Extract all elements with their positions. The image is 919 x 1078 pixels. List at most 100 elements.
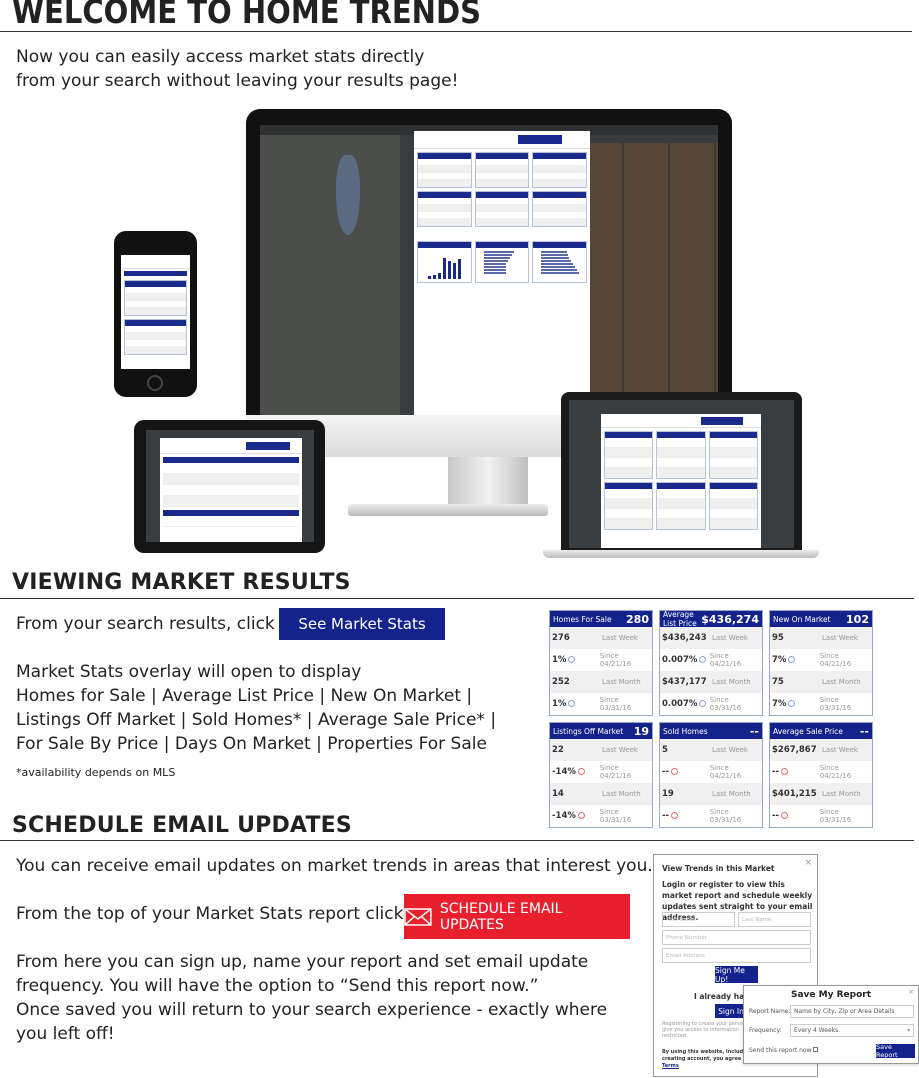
send-report-now-label: Send this report now bbox=[749, 1047, 812, 1054]
last-name-field[interactable]: Last Name bbox=[738, 912, 811, 927]
stat-row: 252 Last Month bbox=[550, 671, 652, 693]
stat-row: -- Since 04/21/16 bbox=[660, 761, 762, 783]
stat-row-label: Last Week bbox=[602, 634, 638, 642]
stat-card: New On Market 102 95 Last Week 7% Since 04/21… bbox=[769, 610, 873, 716]
divider bbox=[0, 31, 912, 32]
terms-link[interactable]: Terms bbox=[662, 1063, 679, 1069]
frequency-value: Every 4 Weeks bbox=[794, 1027, 839, 1034]
stat-card: Listings Off Market 19 22 Last Week -14% Sinc… bbox=[549, 722, 653, 828]
stat-row: 5 Last Week bbox=[660, 739, 762, 761]
phone-field[interactable]: Phone Number bbox=[662, 930, 811, 945]
stat-row: $437,177 Last Month bbox=[660, 671, 762, 693]
chevron-down-icon: ▾ bbox=[906, 1027, 910, 1034]
stat-card-value: -- bbox=[859, 724, 869, 738]
tablet-image bbox=[134, 420, 325, 553]
stat-row-value: -- bbox=[662, 811, 710, 821]
stat-row-value: 0.007% bbox=[662, 699, 710, 709]
stat-row-label: Last Week bbox=[712, 634, 748, 642]
save-report-button[interactable]: Save Report bbox=[876, 1043, 915, 1059]
stats-list-line: Listings Off Market | Sold Homes* | Aver… bbox=[16, 710, 497, 730]
stat-row-value: 0.007% bbox=[662, 655, 710, 665]
stat-row-value: 19 bbox=[662, 789, 674, 799]
down-arrow-icon bbox=[671, 812, 679, 819]
stat-row-label: Since 03/31/16 bbox=[819, 808, 852, 824]
stat-row-value: 1% bbox=[552, 655, 600, 665]
close-icon[interactable]: × bbox=[908, 988, 914, 996]
stat-row-label: Since 03/31/16 bbox=[709, 808, 742, 824]
stat-row-label: Since 04/21/16 bbox=[819, 764, 852, 780]
close-icon[interactable]: × bbox=[804, 858, 812, 868]
question-icon[interactable] bbox=[788, 700, 796, 707]
map-view bbox=[260, 135, 400, 415]
report-name-input[interactable]: Name by City, Zip or Area Details bbox=[790, 1005, 914, 1018]
stat-row-label: Since 04/21/16 bbox=[709, 652, 742, 668]
question-icon[interactable] bbox=[788, 656, 796, 663]
frequency-select[interactable]: Every 4 Weeks ▾ bbox=[790, 1024, 914, 1037]
stat-row-label: Last Week bbox=[822, 634, 858, 642]
schedule-click-instruction: From the top of your Market Stats report… bbox=[16, 904, 404, 924]
stat-row-value: 95 bbox=[772, 633, 784, 643]
stat-row-value: $401,215 bbox=[772, 789, 817, 799]
stat-row-value: -- bbox=[662, 767, 710, 777]
checkbox-icon[interactable] bbox=[813, 1047, 819, 1052]
stat-card: Average Sale Price -- $267,867 Last Week -- S… bbox=[769, 722, 873, 828]
stats-list-line: Homes for Sale | Average List Price | Ne… bbox=[16, 686, 473, 706]
stat-row-label: Last Month bbox=[822, 790, 861, 798]
dialog-title: View Trends in this Market bbox=[662, 864, 775, 873]
stat-row-value: -- bbox=[772, 811, 820, 821]
question-icon[interactable] bbox=[699, 656, 707, 663]
click-instruction: From your search results, click bbox=[16, 614, 275, 634]
stat-row-label: Last Week bbox=[822, 746, 858, 754]
stat-row-value: 252 bbox=[552, 677, 570, 687]
stat-row-label: Since 04/21/16 bbox=[819, 652, 852, 668]
stat-row: 276 Last Week bbox=[550, 627, 652, 649]
stat-card-value: $436,274 bbox=[701, 612, 759, 626]
stat-row-value: $436,243 bbox=[662, 633, 707, 643]
stat-card: Homes For Sale 280 276 Last Week 1% Since 04/… bbox=[549, 610, 653, 716]
send-report-now-link[interactable]: Send this report now bbox=[749, 1047, 819, 1054]
stat-card-header: New On Market 102 bbox=[770, 611, 872, 627]
schedule-email-updates-button[interactable]: SCHEDULE EMAIL UPDATES bbox=[404, 894, 630, 939]
first-name-field[interactable]: First Name bbox=[662, 912, 735, 927]
stat-row: -- Since 03/31/16 bbox=[770, 805, 872, 827]
stat-row-value: $437,177 bbox=[662, 677, 707, 687]
stat-card-header: Average Sale Price -- bbox=[770, 723, 872, 739]
monitor-stand bbox=[448, 457, 528, 507]
stat-card-header: Listings Off Market 19 bbox=[550, 723, 652, 739]
stat-card-header: Sold Homes -- bbox=[660, 723, 762, 739]
stat-row-value: -14% bbox=[552, 767, 600, 777]
stat-row: 7% Since 03/31/16 bbox=[770, 693, 872, 715]
schedule-paragraph-line: From here you can sign up, name your rep… bbox=[16, 952, 589, 972]
stat-row-label: Last Month bbox=[822, 678, 861, 686]
question-icon[interactable] bbox=[699, 700, 707, 707]
monitor-stand-base bbox=[348, 504, 548, 516]
down-arrow-icon bbox=[671, 768, 679, 775]
divider bbox=[0, 598, 914, 599]
stat-row-label: Last Month bbox=[712, 790, 751, 798]
report-name-label: Report Name: bbox=[749, 1008, 791, 1015]
envelope-icon bbox=[404, 907, 432, 926]
question-icon[interactable] bbox=[568, 656, 576, 663]
down-arrow-icon bbox=[781, 812, 789, 819]
availability-footnote: *availability depends on MLS bbox=[16, 766, 176, 779]
stat-row: 1% Since 03/31/16 bbox=[550, 693, 652, 715]
stat-card-title: Sold Homes bbox=[663, 726, 708, 736]
stat-row: 1% Since 04/21/16 bbox=[550, 649, 652, 671]
email-field[interactable]: Email Address bbox=[662, 948, 811, 963]
sign-me-up-button[interactable]: Sign Me Up! bbox=[715, 966, 758, 984]
frequency-label: Frequency: bbox=[749, 1027, 782, 1034]
down-arrow-icon bbox=[781, 768, 789, 775]
section-title-schedule: SCHEDULE EMAIL UPDATES bbox=[12, 813, 352, 838]
see-market-stats-button[interactable]: See Market Stats bbox=[279, 608, 445, 640]
stat-card-value: 102 bbox=[846, 612, 869, 626]
stat-row-value: -14% bbox=[552, 811, 600, 821]
stat-card-title: Average Sale Price bbox=[773, 726, 843, 736]
stat-card-value: -- bbox=[749, 724, 759, 738]
desktop-screen bbox=[260, 125, 718, 415]
section-title-viewing: VIEWING MARKET RESULTS bbox=[12, 570, 351, 595]
stat-row-label: Since 03/31/16 bbox=[709, 696, 742, 712]
intro-line-2: from your search without leaving your re… bbox=[16, 71, 459, 91]
stat-row-value: 7% bbox=[772, 699, 820, 709]
question-icon[interactable] bbox=[568, 700, 576, 707]
overlay-description: Market Stats overlay will open to displa… bbox=[16, 662, 362, 682]
